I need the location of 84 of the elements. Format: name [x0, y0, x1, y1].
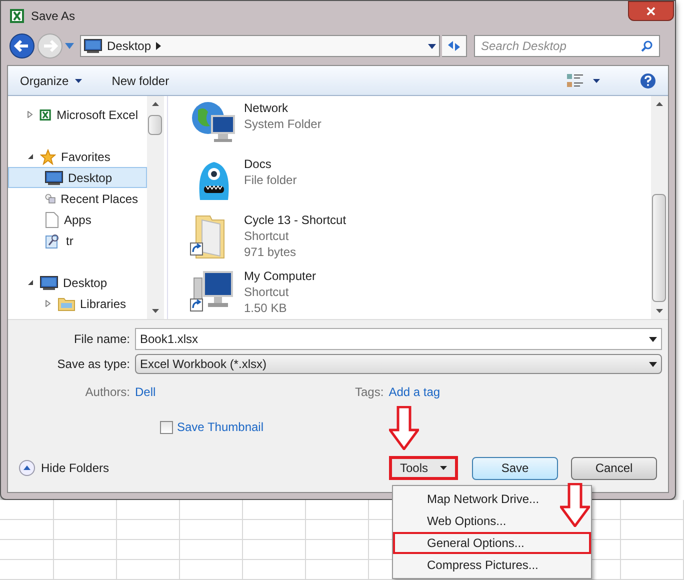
caret-icon [440, 466, 447, 470]
scroll-thumb[interactable] [148, 115, 162, 135]
file-item[interactable]: Network System Folder [190, 100, 651, 148]
view-list-icon [567, 74, 583, 88]
save-type-dropdown[interactable]: Excel Workbook (*.xlsx) [135, 354, 662, 374]
save-type-label: Save as type: [56, 356, 130, 373]
monitor-icon [40, 276, 58, 290]
save-button[interactable]: Save [472, 456, 558, 480]
annotation-arrow [389, 406, 419, 450]
menu-item[interactable]: General Options... [393, 532, 591, 554]
file-name: Docs [244, 156, 272, 172]
nav-tree-item[interactable]: tr [8, 230, 147, 251]
file-name-label: File name: [72, 331, 130, 348]
nav-tree-item[interactable]: Apps [8, 209, 147, 230]
file-item[interactable]: Cycle 13 - Shortcut Shortcut 971 bytes [190, 212, 651, 260]
scrollbar[interactable] [651, 96, 668, 319]
file-detail: 1.50 KB [244, 300, 288, 316]
file-name: My Computer [244, 268, 316, 284]
thumbnail-label[interactable]: Save Thumbnail [177, 418, 264, 436]
file-detail: File folder [244, 172, 297, 188]
back-icon[interactable] [9, 33, 35, 59]
tags-label: Tags: [355, 384, 384, 401]
scroll-down-icon[interactable] [152, 309, 159, 313]
authors-label: Authors: [84, 384, 130, 401]
collapse-up-icon [19, 460, 35, 476]
window-title: Save As [31, 8, 76, 25]
hide-folders-button[interactable]: Hide Folders [19, 459, 110, 477]
file-detail: Shortcut [244, 284, 290, 300]
folder-icon [58, 296, 75, 310]
caret-icon [74, 78, 82, 82]
nav-tree-item[interactable]: Desktop [8, 272, 147, 293]
dropdown-arrow-icon[interactable] [649, 336, 657, 342]
magnifier-icon [45, 232, 61, 248]
scroll-thumb[interactable] [652, 194, 666, 302]
expand-arrow-icon[interactable] [45, 300, 52, 307]
monitor-icon [84, 39, 102, 53]
nav-tree-item[interactable]: Libraries [8, 293, 147, 314]
refresh-button[interactable] [442, 35, 467, 57]
breadcrumb-arrow-icon[interactable] [156, 42, 162, 50]
help-icon[interactable] [640, 72, 656, 88]
nav-tree-item[interactable]: Recent Places [8, 188, 147, 209]
tools-button[interactable]: Tools [388, 456, 458, 480]
dropdown-arrow-icon[interactable] [428, 44, 436, 48]
close-button[interactable]: ✕ [628, 1, 674, 21]
collapse-arrow-icon[interactable] [27, 153, 34, 160]
menu-item[interactable]: Web Options... [393, 510, 591, 532]
scrollbar[interactable] [147, 96, 164, 319]
search-icon[interactable] [641, 40, 653, 52]
file-detail: Shortcut [244, 228, 290, 244]
nav-tree-item[interactable]: Favorites [8, 146, 147, 167]
menu-item[interactable]: Map Network Drive... [393, 488, 591, 510]
file-item[interactable]: Docs File folder [190, 156, 651, 204]
dropdown-arrow-icon [649, 362, 657, 366]
file-item[interactable]: My Computer Shortcut 1.50 KB [190, 268, 651, 316]
refresh-icon [447, 40, 461, 52]
document-icon [45, 212, 59, 228]
scroll-down-icon[interactable] [656, 309, 663, 313]
caret-icon [593, 78, 600, 82]
authors-link[interactable]: Dell [135, 383, 345, 401]
star-icon [40, 148, 56, 164]
cancel-button[interactable]: Cancel [571, 456, 657, 480]
address-bar[interactable]: Desktop [80, 35, 440, 57]
address-location[interactable]: Desktop [107, 37, 152, 55]
tags-link[interactable]: Add a tag [388, 383, 440, 401]
scroll-up-icon[interactable] [152, 102, 159, 106]
file-name-field[interactable]: Book1.xlsx [135, 328, 662, 350]
monitor-icon [45, 170, 63, 184]
file-name: Cycle 13 - Shortcut [244, 212, 346, 228]
menu-item[interactable]: Compress Pictures... [393, 554, 591, 576]
nav-tree-item[interactable]: Microsoft Excel [8, 104, 147, 125]
nav-tree-item[interactable]: Desktop [8, 167, 147, 188]
organize-button[interactable]: Organize [20, 72, 82, 90]
expand-arrow-icon[interactable] [27, 111, 34, 118]
thumbnail-checkbox[interactable] [160, 420, 173, 434]
file-name: Network [244, 100, 290, 116]
view-options-button[interactable] [567, 74, 600, 88]
spreadsheet-icon [39, 106, 52, 122]
collapse-arrow-icon[interactable] [27, 279, 34, 286]
scroll-up-icon[interactable] [656, 102, 663, 106]
new-folder-button[interactable]: New folder [112, 72, 170, 90]
spreadsheet-icon [9, 8, 25, 24]
file-detail: System Folder [244, 116, 322, 132]
file-detail: 971 bytes [244, 244, 298, 260]
search-field[interactable]: Search Desktop [474, 35, 660, 57]
